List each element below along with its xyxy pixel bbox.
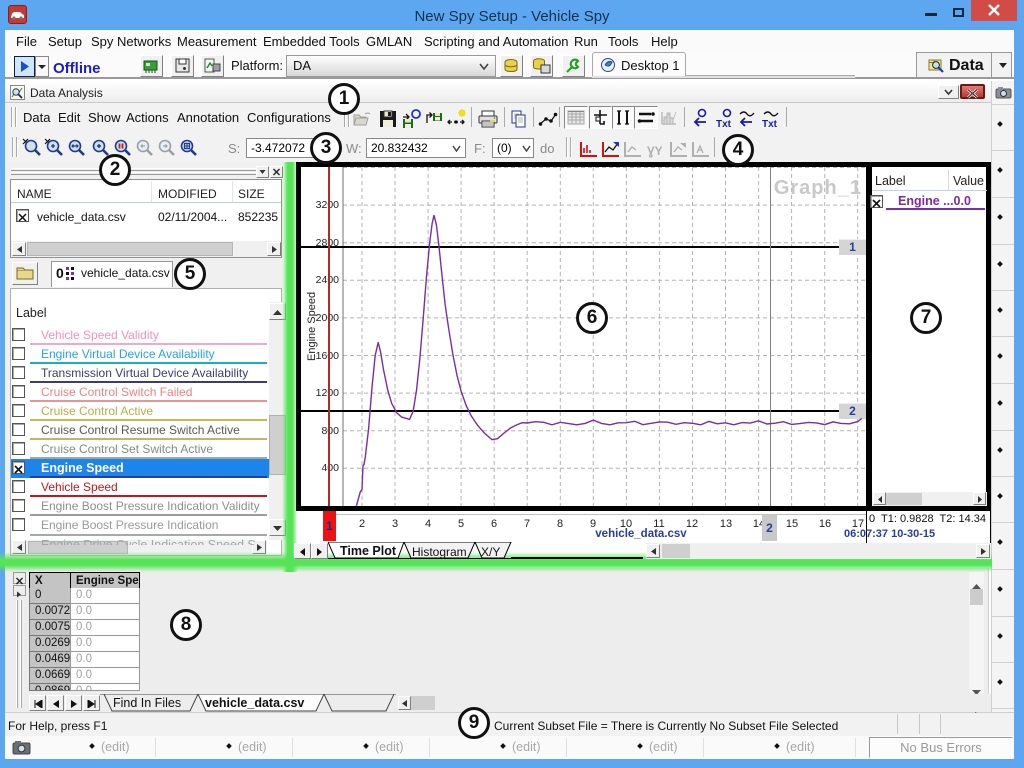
svg-text:Txt: Txt	[716, 119, 732, 129]
svg-text:Txt: Txt	[762, 119, 778, 129]
svg-text:ƔY: ƔY	[647, 144, 663, 158]
